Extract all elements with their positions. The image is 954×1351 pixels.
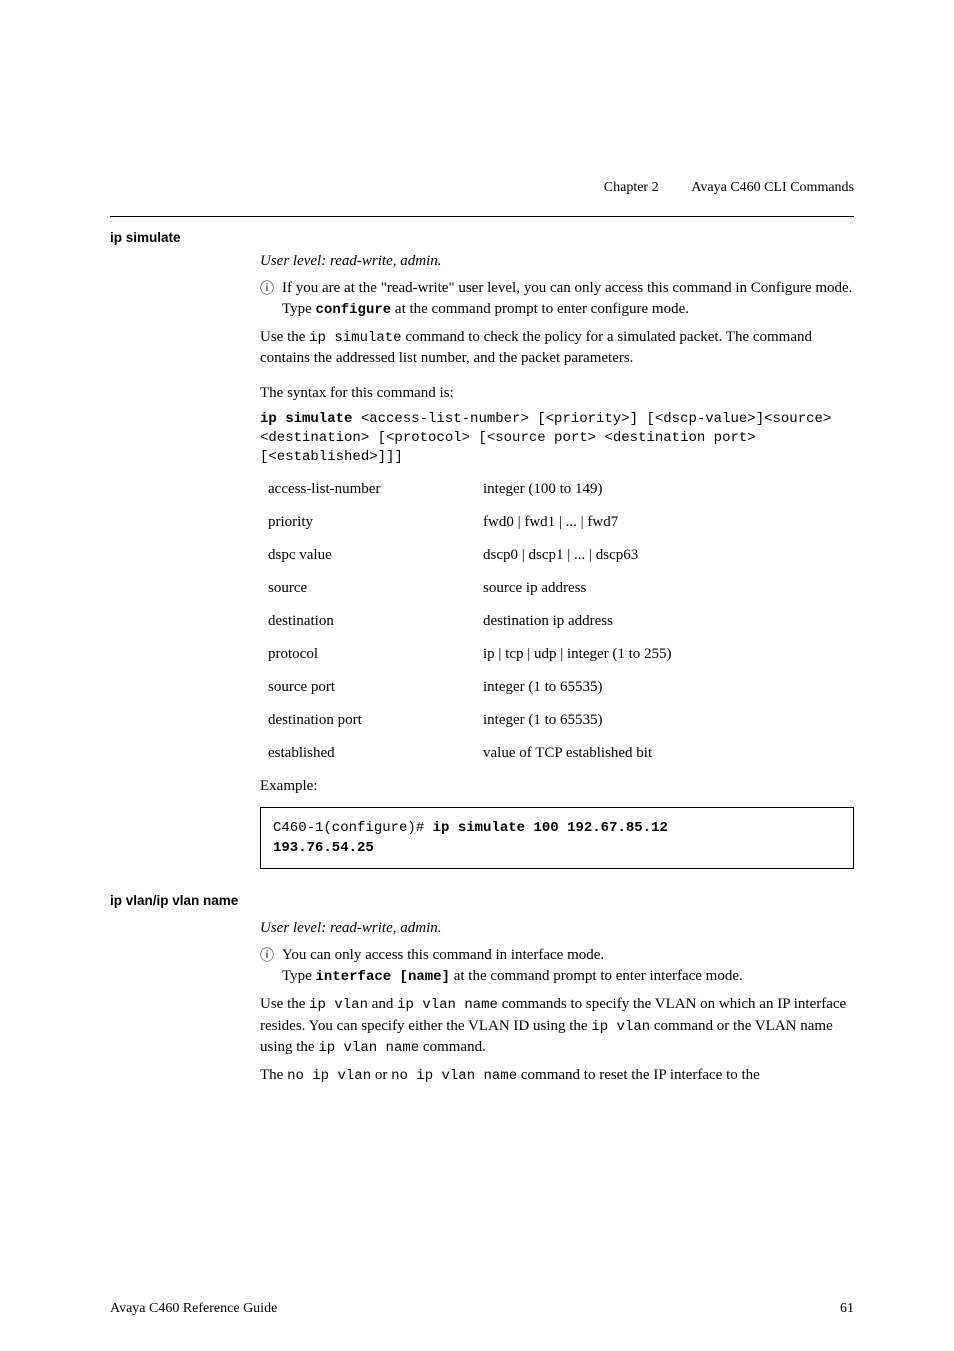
param-table: access-list-number integer (100 to 149) … xyxy=(268,479,854,764)
t: or xyxy=(371,1067,391,1083)
c: ip vlan name xyxy=(318,1040,419,1056)
info-icon: ⓘ xyxy=(260,946,274,966)
param-desc: dscp0 | dscp1 | ... | dscp63 xyxy=(483,545,638,566)
param-desc: integer (1 to 65535) xyxy=(483,710,603,731)
footer-left: Avaya C460 Reference Guide xyxy=(110,1301,277,1317)
table-row: priority fwd0 | fwd1 | ... | fwd7 xyxy=(268,512,854,533)
desc-paragraph: Use the ip simulate command to check the… xyxy=(260,327,854,370)
user-level: User level: read-write, admin. xyxy=(260,918,854,939)
param-desc: source ip address xyxy=(483,578,586,599)
info-sub-pre: Type xyxy=(282,301,316,317)
t: Use the xyxy=(260,996,309,1012)
info-text: You can only access this command in inte… xyxy=(282,947,604,963)
section-heading-ip-vlan: ip vlan/ip vlan name xyxy=(110,893,854,908)
syntax-label: The syntax for this command is: xyxy=(260,383,854,404)
table-row: protocol ip | tcp | udp | integer (1 to … xyxy=(268,644,854,665)
user-level: User level: read-write, admin. xyxy=(260,251,854,272)
info-text: If you are at the "read-write" user leve… xyxy=(282,280,852,296)
param-desc: integer (1 to 65535) xyxy=(483,677,603,698)
syntax-cmd: ip simulate xyxy=(260,411,352,427)
info-sub-pre: Type xyxy=(282,968,316,984)
example-prompt: C460-1(configure)# xyxy=(273,820,433,836)
page-header: Chapter 2 Avaya C460 CLI Commands xyxy=(604,180,854,196)
desc-paragraph: The no ip vlan or no ip vlan name comman… xyxy=(260,1065,854,1087)
desc-code: ip simulate xyxy=(309,330,401,346)
c: ip vlan xyxy=(591,1019,650,1035)
example-cmd-line2: 193.76.54.25 xyxy=(273,838,841,858)
info-sub-post: at the command prompt to enter configure… xyxy=(391,301,689,317)
table-row: established value of TCP established bit xyxy=(268,743,854,764)
t: command. xyxy=(419,1039,486,1055)
header-rule xyxy=(110,216,854,217)
param-name: source xyxy=(268,578,483,599)
example-box: C460-1(configure)# ip simulate 100 192.6… xyxy=(260,807,854,870)
param-name: destination xyxy=(268,611,483,632)
param-name: priority xyxy=(268,512,483,533)
param-name: protocol xyxy=(268,644,483,665)
t: The xyxy=(260,1067,287,1083)
info-sub-cmd: interface [name] xyxy=(316,969,450,985)
desc-pre: Use the xyxy=(260,329,309,345)
page-footer: Avaya C460 Reference Guide 61 xyxy=(110,1301,854,1317)
desc-paragraph: Use the ip vlan and ip vlan name command… xyxy=(260,994,854,1059)
t: and xyxy=(368,996,397,1012)
param-desc: value of TCP established bit xyxy=(483,743,652,764)
table-row: access-list-number integer (100 to 149) xyxy=(268,479,854,500)
info-sub-cmd: configure xyxy=(316,302,392,318)
table-row: destination port integer (1 to 65535) xyxy=(268,710,854,731)
table-row: destination destination ip address xyxy=(268,611,854,632)
syntax-block: ip simulate <access-list-number> [<prior… xyxy=(260,410,854,467)
chapter-title: Avaya C460 CLI Commands xyxy=(691,180,854,195)
param-name: dspc value xyxy=(268,545,483,566)
param-desc: integer (100 to 149) xyxy=(483,479,603,500)
table-row: dspc value dscp0 | dscp1 | ... | dscp63 xyxy=(268,545,854,566)
param-name: established xyxy=(268,743,483,764)
param-name: source port xyxy=(268,677,483,698)
example-cmd-line1: ip simulate 100 192.67.85.12 xyxy=(433,820,668,836)
page-number: 61 xyxy=(840,1301,854,1317)
c: no ip vlan xyxy=(287,1068,371,1084)
chapter-label: Chapter 2 xyxy=(604,180,659,195)
info-bullet: ⓘ If you are at the "read-write" user le… xyxy=(260,278,854,321)
param-name: access-list-number xyxy=(268,479,483,500)
param-desc: fwd0 | fwd1 | ... | fwd7 xyxy=(483,512,618,533)
example-label: Example: xyxy=(260,776,854,797)
t: command to reset the IP interface to the xyxy=(517,1067,760,1083)
info-icon: ⓘ xyxy=(260,279,274,299)
param-desc: ip | tcp | udp | integer (1 to 255) xyxy=(483,644,672,665)
table-row: source source ip address xyxy=(268,578,854,599)
info-sub-post: at the command prompt to enter interface… xyxy=(450,968,743,984)
param-name: destination port xyxy=(268,710,483,731)
section-heading-ip-simulate: ip simulate xyxy=(110,230,854,245)
c: ip vlan name xyxy=(397,997,498,1013)
table-row: source port integer (1 to 65535) xyxy=(268,677,854,698)
param-desc: destination ip address xyxy=(483,611,613,632)
info-bullet: ⓘ You can only access this command in in… xyxy=(260,945,854,988)
c: no ip vlan name xyxy=(391,1068,517,1084)
c: ip vlan xyxy=(309,997,368,1013)
